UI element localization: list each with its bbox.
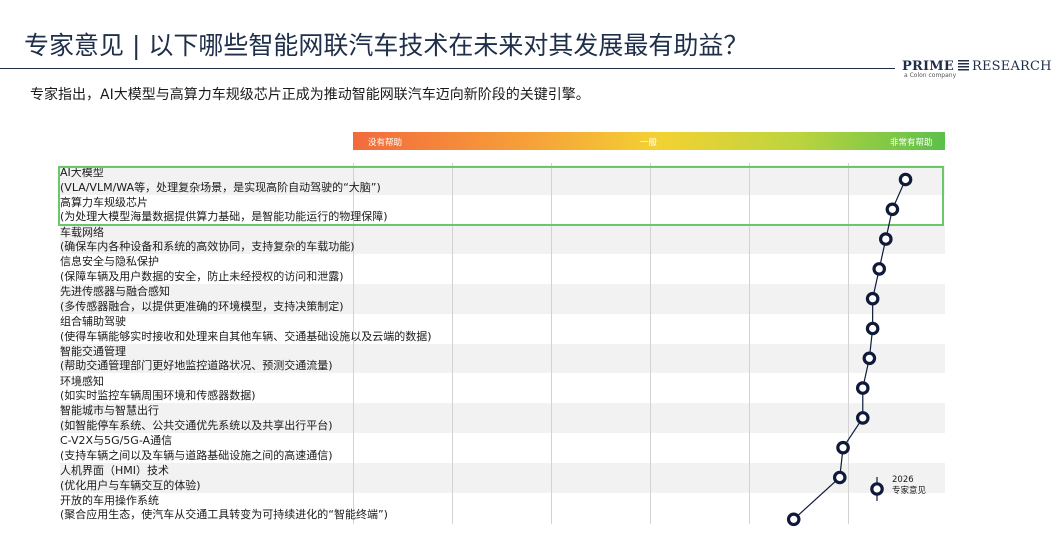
legend-year: 2026: [892, 475, 914, 485]
data-point: [898, 172, 913, 187]
data-point: [872, 262, 887, 276]
data-point: [836, 440, 850, 455]
data-point: [885, 202, 900, 217]
series-line: [793, 179, 907, 520]
data-point: [832, 470, 847, 485]
data-point: [855, 411, 870, 425]
data-point: [786, 512, 801, 527]
data-point: [865, 291, 880, 306]
legend-label: 2026 专家意见: [892, 475, 926, 497]
data-point: [862, 351, 877, 366]
legend-marker: [870, 482, 884, 496]
data-point: [855, 381, 870, 395]
data-point: [878, 232, 893, 246]
legend-series-name: 专家意见: [892, 486, 927, 496]
data-point: [865, 321, 880, 336]
chart-plot: [786, 172, 913, 527]
